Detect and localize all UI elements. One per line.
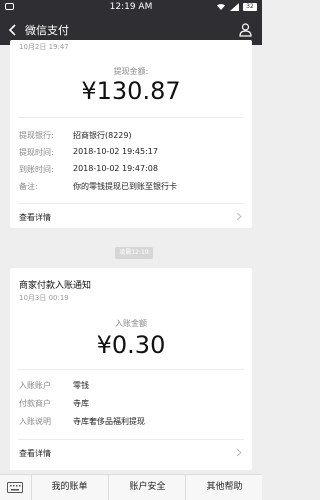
tab-account-security[interactable]: 账户安全	[108, 475, 186, 500]
divider	[18, 369, 244, 370]
bottom-menu-bar: 我的账单 账户安全 其他帮助	[0, 474, 262, 500]
keyboard-icon	[7, 482, 23, 493]
wifi-icon	[217, 4, 225, 10]
withdrawal-card: 10月2日 19:47 提现金额: ¥130.87 提现银行: 招商银行(822…	[10, 40, 252, 228]
info-row: 提现时间: 2018-10-02 19:45:17	[19, 147, 158, 157]
info-row: 付款商户 寺库	[19, 399, 89, 408]
amount-label: 提现金额:	[113, 67, 149, 76]
card-date: 10月3日 00:19	[19, 294, 69, 302]
amount-value: ¥130.87	[81, 77, 181, 105]
status-bar: 12:19 AM 32	[0, 0, 262, 15]
back-arrow-icon[interactable]	[6, 23, 20, 37]
info-row: 提现银行: 招商银行(8229)	[19, 131, 132, 140]
battery-icon: 32	[243, 3, 257, 11]
info-row: 入账说明 寺库奢侈品福利提现	[19, 417, 145, 426]
info-row: 到账时间: 2018-10-02 19:47:08	[19, 164, 158, 174]
page-title: 微信支付	[25, 24, 69, 37]
divider	[18, 117, 244, 118]
signal-icon	[230, 3, 239, 11]
info-row: 备注: 你的零钱提现已到账至银行卡	[19, 182, 177, 191]
tab-other-help[interactable]: 其他帮助	[185, 475, 263, 500]
card-date: 10月2日 19:47	[19, 43, 69, 51]
chevron-right-icon	[236, 212, 242, 221]
view-details-button[interactable]: 查看详情	[10, 205, 252, 229]
user-profile-icon[interactable]	[238, 22, 253, 37]
keyboard-toggle-button[interactable]	[0, 475, 32, 500]
amount-value: ¥0.30	[96, 331, 166, 359]
time-separator: 凌晨12:19	[115, 247, 153, 259]
merchant-payment-card: 商家付款入账通知 10月3日 00:19 入账金额 ¥0.30 入账账户 零钱 …	[10, 268, 252, 470]
amount-label: 入账金额	[115, 319, 147, 328]
divider	[18, 439, 244, 440]
info-row: 入账账户 零钱	[19, 381, 89, 390]
tab-my-bills[interactable]: 我的账单	[31, 475, 108, 500]
notice-title: 商家付款入账通知	[19, 281, 92, 291]
divider	[18, 203, 244, 204]
view-details-button[interactable]: 查看详情	[10, 441, 252, 465]
chevron-right-icon	[236, 448, 242, 457]
